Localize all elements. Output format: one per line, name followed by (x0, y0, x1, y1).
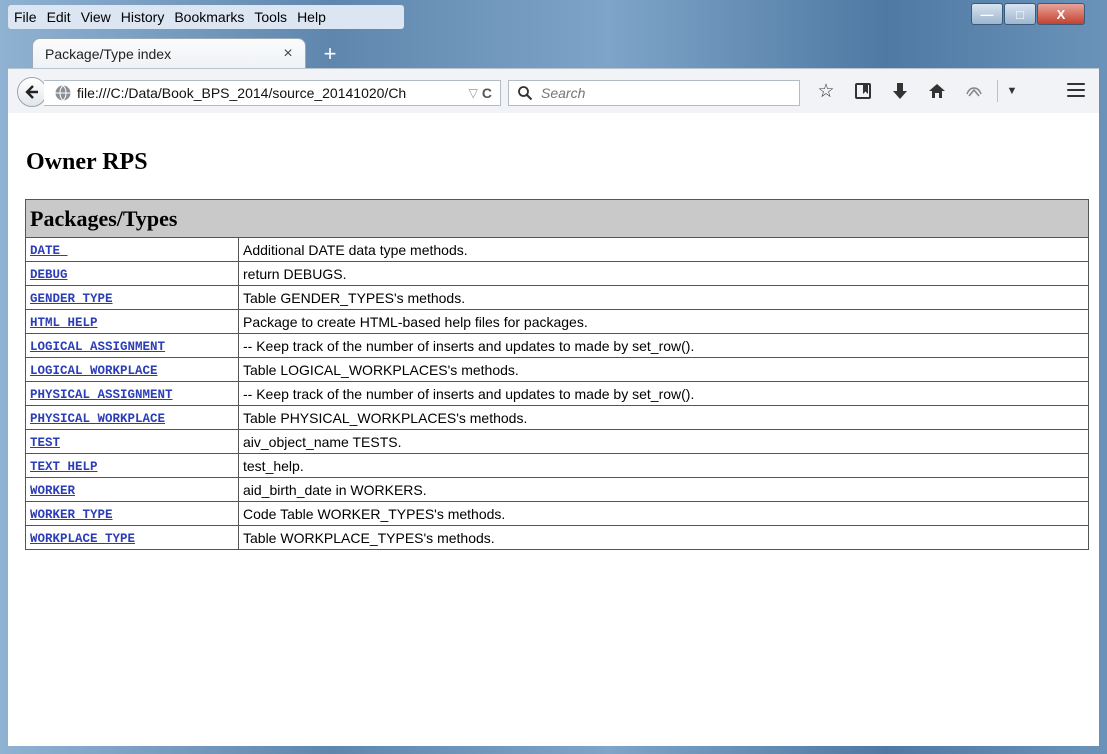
page-content: Owner RPS Packages/Types DATE_ Additional… (8, 113, 1099, 746)
package-name-cell: WORKPLACE_TYPE (25, 525, 239, 550)
package-link[interactable]: GENDER_TYPE (30, 292, 113, 306)
globe-icon (55, 85, 71, 101)
package-description: aid_birth_date in WORKERS. (238, 477, 1089, 502)
url-text[interactable]: file:///C:/Data/Book_BPS_2014/source_201… (77, 85, 469, 101)
hamburger-menu-icon[interactable] (1067, 83, 1085, 101)
package-link[interactable]: LOGICAL_WORKPLACE (30, 364, 158, 378)
package-link[interactable]: PHYSICAL_ASSIGNMENT (30, 388, 173, 402)
table-header: Packages/Types (25, 199, 1089, 238)
package-description: Table GENDER_TYPES's methods. (238, 285, 1089, 310)
search-icon (518, 86, 533, 101)
package-link[interactable]: WORKER (30, 484, 75, 498)
package-description: Code Table WORKER_TYPES's methods. (238, 501, 1089, 526)
home-icon[interactable] (923, 78, 951, 104)
tab-package-type-index[interactable]: Package/Type index × (32, 38, 306, 69)
package-name-cell: LOGICAL_ASSIGNMENT (25, 333, 239, 358)
menu-tools[interactable]: Tools (254, 9, 287, 25)
menu-edit[interactable]: Edit (47, 9, 71, 25)
search-input[interactable] (539, 84, 783, 102)
package-link[interactable]: LOGICAL_ASSIGNMENT (30, 340, 165, 354)
back-arrow-icon (25, 85, 38, 99)
table-row: LOGICAL_ASSIGNMENT -- Keep track of the n… (25, 333, 1089, 358)
package-name-cell: DATE_ (25, 237, 239, 262)
package-description: Table PHYSICAL_WORKPLACES's methods. (238, 405, 1089, 430)
package-description: Additional DATE data type methods. (238, 237, 1089, 262)
table-row: HTML_HELP Package to create HTML-based he… (25, 309, 1089, 334)
package-description: test_help. (238, 453, 1089, 478)
browser-window: File Edit View History Bookmarks Tools H… (0, 0, 1107, 754)
maximize-button[interactable]: □ (1004, 3, 1036, 25)
tab-close-icon[interactable]: × (277, 45, 299, 63)
table-row: PHYSICAL_WORKPLACE Table PHYSICAL_WORKPLA… (25, 405, 1089, 430)
package-link[interactable]: WORKPLACE_TYPE (30, 532, 135, 546)
package-name-cell: HTML_HELP (25, 309, 239, 334)
package-name-cell: PHYSICAL_WORKPLACE (25, 405, 239, 430)
download-arrow-icon[interactable] (886, 78, 914, 104)
window-controls: — □ X (970, 3, 1085, 25)
package-name-cell: LOGICAL_WORKPLACE (25, 357, 239, 382)
package-description: Table WORKPLACE_TYPES's methods. (238, 525, 1089, 550)
table-row: LOGICAL_WORKPLACE Table LOGICAL_WORKPLACE… (25, 357, 1089, 382)
packages-table: Packages/Types DATE_ Additional DATE data… (25, 199, 1089, 550)
menu-bar: File Edit View History Bookmarks Tools H… (8, 5, 404, 29)
toolbar-icons: ☆ ▼ (812, 78, 1029, 104)
close-window-button[interactable]: X (1037, 3, 1085, 25)
packages-table-body: DATE_ Additional DATE data type methods. D… (25, 237, 1089, 550)
table-row: GENDER_TYPE Table GENDER_TYPES's methods. (25, 285, 1089, 310)
minimize-icon: — (980, 6, 994, 22)
package-description: -- Keep track of the number of inserts a… (238, 333, 1089, 358)
menu-bookmarks[interactable]: Bookmarks (174, 9, 244, 25)
package-name-cell: DEBUG (25, 261, 239, 286)
bookmark-list-icon[interactable] (849, 78, 877, 104)
package-link[interactable]: TEXT_HELP (30, 460, 98, 474)
table-row: DATE_ Additional DATE data type methods. (25, 237, 1089, 262)
dropdown-triangle-icon[interactable]: ▽ (469, 86, 478, 100)
package-name-cell: WORKER_TYPE (25, 501, 239, 526)
package-description: aiv_object_name TESTS. (238, 429, 1089, 454)
table-row: TEXT_HELP test_help. (25, 453, 1089, 478)
package-description: return DEBUGS. (238, 261, 1089, 286)
menu-history[interactable]: History (121, 9, 165, 25)
package-description: Package to create HTML-based help files … (238, 309, 1089, 334)
close-icon: X (1056, 6, 1066, 22)
minimize-button[interactable]: — (971, 3, 1003, 25)
page-title: Owner RPS (26, 149, 148, 175)
package-link[interactable]: PHYSICAL_WORKPLACE (30, 412, 165, 426)
package-name-cell: WORKER (25, 477, 239, 502)
package-name-cell: TEST (25, 429, 239, 454)
package-link[interactable]: DATE_ (30, 244, 68, 258)
tab-title: Package/Type index (45, 46, 172, 62)
package-link[interactable]: DEBUG (30, 268, 68, 282)
toolbar-separator (997, 80, 998, 102)
package-link[interactable]: HTML_HELP (30, 316, 98, 330)
package-name-cell: PHYSICAL_ASSIGNMENT (25, 381, 239, 406)
package-description: Table LOGICAL_WORKPLACES's methods. (238, 357, 1089, 382)
menu-file[interactable]: File (14, 9, 37, 25)
menu-help[interactable]: Help (297, 9, 326, 25)
navigation-toolbar: file:///C:/Data/Book_BPS_2014/source_201… (8, 68, 1099, 114)
star-icon[interactable]: ☆ (812, 78, 840, 104)
package-link[interactable]: WORKER_TYPE (30, 508, 113, 522)
package-link[interactable]: TEST (30, 436, 60, 450)
new-tab-button[interactable]: + (316, 43, 344, 66)
menu-view[interactable]: View (81, 9, 111, 25)
search-box[interactable] (508, 80, 800, 106)
table-row: WORKER_TYPE Code Table WORKER_TYPES's met… (25, 501, 1089, 526)
package-description: -- Keep track of the number of inserts a… (238, 381, 1089, 406)
table-row: PHYSICAL_ASSIGNMENT -- Keep track of the … (25, 381, 1089, 406)
addon-icon[interactable] (960, 78, 988, 104)
addon-dropdown-icon[interactable]: ▼ (1004, 78, 1020, 104)
table-row: DEBUG return DEBUGS. (25, 261, 1089, 286)
table-row: WORKER aid_birth_date in WORKERS. (25, 477, 1089, 502)
table-row: WORKPLACE_TYPE Table WORKPLACE_TYPES's me… (25, 525, 1089, 550)
maximize-icon: □ (1016, 6, 1024, 22)
package-name-cell: TEXT_HELP (25, 453, 239, 478)
package-name-cell: GENDER_TYPE (25, 285, 239, 310)
reload-icon[interactable]: C (482, 85, 492, 101)
back-button[interactable] (17, 77, 47, 107)
table-row: TEST aiv_object_name TESTS. (25, 429, 1089, 454)
url-bar[interactable]: file:///C:/Data/Book_BPS_2014/source_201… (44, 80, 501, 106)
